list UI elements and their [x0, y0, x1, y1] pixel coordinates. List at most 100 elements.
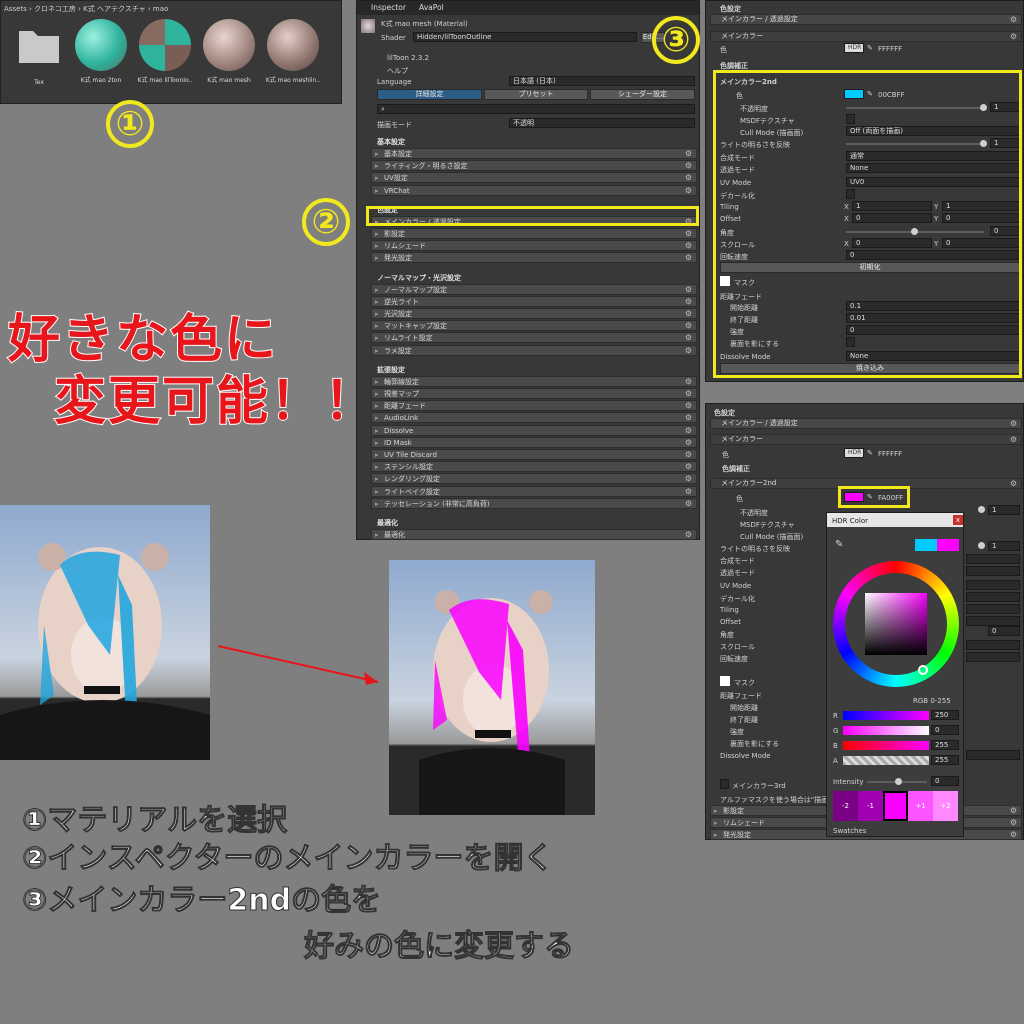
eyedropper-icon[interactable]: ✎	[835, 539, 843, 550]
setting-field[interactable]	[966, 640, 1020, 650]
intensity-swatch[interactable]: -2	[833, 791, 858, 821]
asset-material-mesh[interactable]: K式 mao mesh	[199, 19, 259, 84]
main-color-hex[interactable]: FFFFFF	[878, 450, 902, 458]
tab-presets[interactable]: プリセット	[484, 89, 588, 100]
light-value[interactable]: 1	[988, 541, 1020, 551]
foldout-item[interactable]: 最適化 ⚙	[371, 529, 697, 540]
gear-icon[interactable]: ⚙	[1010, 15, 1017, 24]
channel-value[interactable]: 250	[931, 710, 959, 720]
gear-icon[interactable]: ⚙	[685, 253, 692, 263]
intensity-swatch[interactable]: +1	[908, 791, 933, 821]
gear-icon[interactable]: ⚙	[685, 413, 692, 423]
gear-icon[interactable]: ⚙	[685, 241, 692, 251]
intensity-swatch[interactable]	[883, 791, 908, 821]
gear-icon[interactable]: ⚙	[685, 309, 692, 319]
render-mode-dropdown[interactable]: 不透明	[509, 118, 695, 128]
channel-value[interactable]: 255	[931, 755, 959, 765]
tab-detail-settings[interactable]: 詳細設定	[377, 89, 482, 100]
foldout-item[interactable]: AudioLink ⚙	[371, 412, 697, 424]
setting-field[interactable]	[966, 566, 1020, 576]
foldout-item[interactable]: 光沢設定 ⚙	[371, 308, 697, 319]
color-mode-dropdown[interactable]: RGB 0-255	[913, 697, 951, 705]
gear-icon[interactable]: ⚙	[685, 173, 692, 183]
angle-value[interactable]: 0	[988, 626, 1020, 636]
help-foldout[interactable]: ヘルプ	[387, 66, 408, 76]
gear-icon[interactable]: ⚙	[685, 487, 692, 497]
main-color-foldout[interactable]: メインカラー / 透過設定 ⚙	[710, 14, 1022, 25]
gear-icon[interactable]: ⚙	[685, 161, 692, 171]
foldout-item[interactable]: 視差マップ ⚙	[371, 388, 697, 399]
gear-icon[interactable]: ⚙	[685, 450, 692, 460]
channel-slider[interactable]	[843, 756, 929, 765]
foldout-item[interactable]: 基本設定 ⚙	[371, 148, 697, 159]
main-color-3rd-checkbox[interactable]	[720, 779, 729, 789]
gear-icon[interactable]: ⚙	[1010, 479, 1017, 488]
gear-icon[interactable]: ⚙	[685, 438, 692, 448]
asset-material-meshline[interactable]: K式 mao meshlin..	[263, 19, 323, 84]
foldout-item[interactable]: Dissolve ⚙	[371, 424, 697, 436]
foldout-item[interactable]: マットキャップ設定 ⚙	[371, 320, 697, 332]
gear-icon[interactable]: ⚙	[685, 530, 692, 540]
asset-folder-tex[interactable]: Tex	[9, 19, 69, 86]
gear-icon[interactable]: ⚙	[685, 346, 692, 356]
gear-icon[interactable]: ⚙	[685, 499, 692, 509]
foldout-item[interactable]: ライティング・明るさ設定 ⚙	[371, 160, 697, 172]
channel-value[interactable]: 255	[931, 740, 959, 750]
foldout-item[interactable]: ノーマルマップ設定 ⚙	[371, 283, 697, 295]
dissolve-dropdown[interactable]	[966, 750, 1020, 760]
hdr-color-swatch[interactable]: HDR	[844, 43, 864, 53]
tab-inspector[interactable]: Inspector	[371, 3, 406, 12]
eyedropper-icon[interactable]: ✎	[867, 44, 873, 52]
language-dropdown[interactable]: 日本語 (日本)	[509, 76, 695, 86]
gear-icon[interactable]: ⚙	[685, 474, 692, 484]
tab-avapol[interactable]: AvaPol	[419, 3, 444, 12]
foldout-item[interactable]: 逆光ライト ⚙	[371, 295, 697, 307]
foldout-item[interactable]: ライトベイク設定 ⚙	[371, 485, 697, 497]
foldout-item[interactable]: リムシェード ⚙	[371, 240, 697, 252]
asset-material-liltoon[interactable]: K式 mao lilToonIo..	[135, 19, 195, 84]
gear-icon[interactable]: ⚙	[1010, 806, 1017, 816]
foldout-item[interactable]: 距離フェード ⚙	[371, 400, 697, 412]
intensity-value[interactable]: 0	[931, 776, 959, 786]
foldout-item[interactable]: VRChat ⚙	[371, 184, 697, 196]
foldout-item[interactable]: 影設定 ⚙	[371, 228, 697, 239]
setting-field[interactable]	[966, 554, 1020, 564]
breadcrumb[interactable]: Assets › クロネコ工房 › K式 ヘアテクスチャ › mao	[4, 4, 168, 14]
gear-icon[interactable]: ⚙	[685, 285, 692, 295]
gear-icon[interactable]: ⚙	[685, 297, 692, 307]
mask-texture-slot[interactable]	[720, 676, 730, 686]
foldout-item[interactable]: ステンシル設定 ⚙	[371, 461, 697, 473]
channel-slider[interactable]	[843, 726, 929, 735]
hdr-color-swatch[interactable]: HDR	[844, 448, 864, 458]
channel-slider[interactable]	[843, 741, 929, 750]
intensity-knob[interactable]	[895, 778, 902, 785]
setting-field[interactable]	[966, 616, 1020, 626]
intensity-swatch[interactable]: -1	[858, 791, 883, 821]
channel-value[interactable]: 0	[931, 725, 959, 735]
foldout-item[interactable]: 輪郭線設定 ⚙	[371, 375, 697, 387]
search-input[interactable]: ⌕	[377, 104, 695, 114]
saturation-value-square[interactable]	[865, 593, 927, 655]
intensity-swatch[interactable]: +2	[933, 791, 958, 821]
foldout-item[interactable]: レンダリング設定 ⚙	[371, 473, 697, 485]
gear-icon[interactable]: ⚙	[685, 229, 692, 239]
gear-icon[interactable]: ⚙	[1010, 435, 1017, 444]
asset-material-2ton[interactable]: K式 mao 2ton	[71, 19, 131, 84]
gear-icon[interactable]: ⚙	[1010, 419, 1017, 428]
gear-icon[interactable]: ⚙	[1010, 32, 1017, 41]
foldout-item[interactable]: ID Mask ⚙	[371, 436, 697, 448]
gear-icon[interactable]: ⚙	[1010, 830, 1017, 840]
channel-slider[interactable]	[843, 711, 929, 720]
close-icon[interactable]: x	[953, 515, 963, 525]
gear-icon[interactable]: ⚙	[685, 389, 692, 399]
gear-icon[interactable]: ⚙	[685, 377, 692, 387]
setting-field[interactable]	[966, 652, 1020, 662]
setting-field[interactable]	[966, 580, 1020, 590]
foldout-item[interactable]: ラメ設定 ⚙	[371, 344, 697, 356]
gear-icon[interactable]: ⚙	[685, 149, 692, 159]
gear-icon[interactable]: ⚙	[685, 186, 692, 196]
foldout-item[interactable]: UV設定 ⚙	[371, 172, 697, 184]
gear-icon[interactable]: ⚙	[685, 401, 692, 411]
light-knob[interactable]	[978, 542, 985, 549]
setting-field[interactable]	[966, 604, 1020, 614]
